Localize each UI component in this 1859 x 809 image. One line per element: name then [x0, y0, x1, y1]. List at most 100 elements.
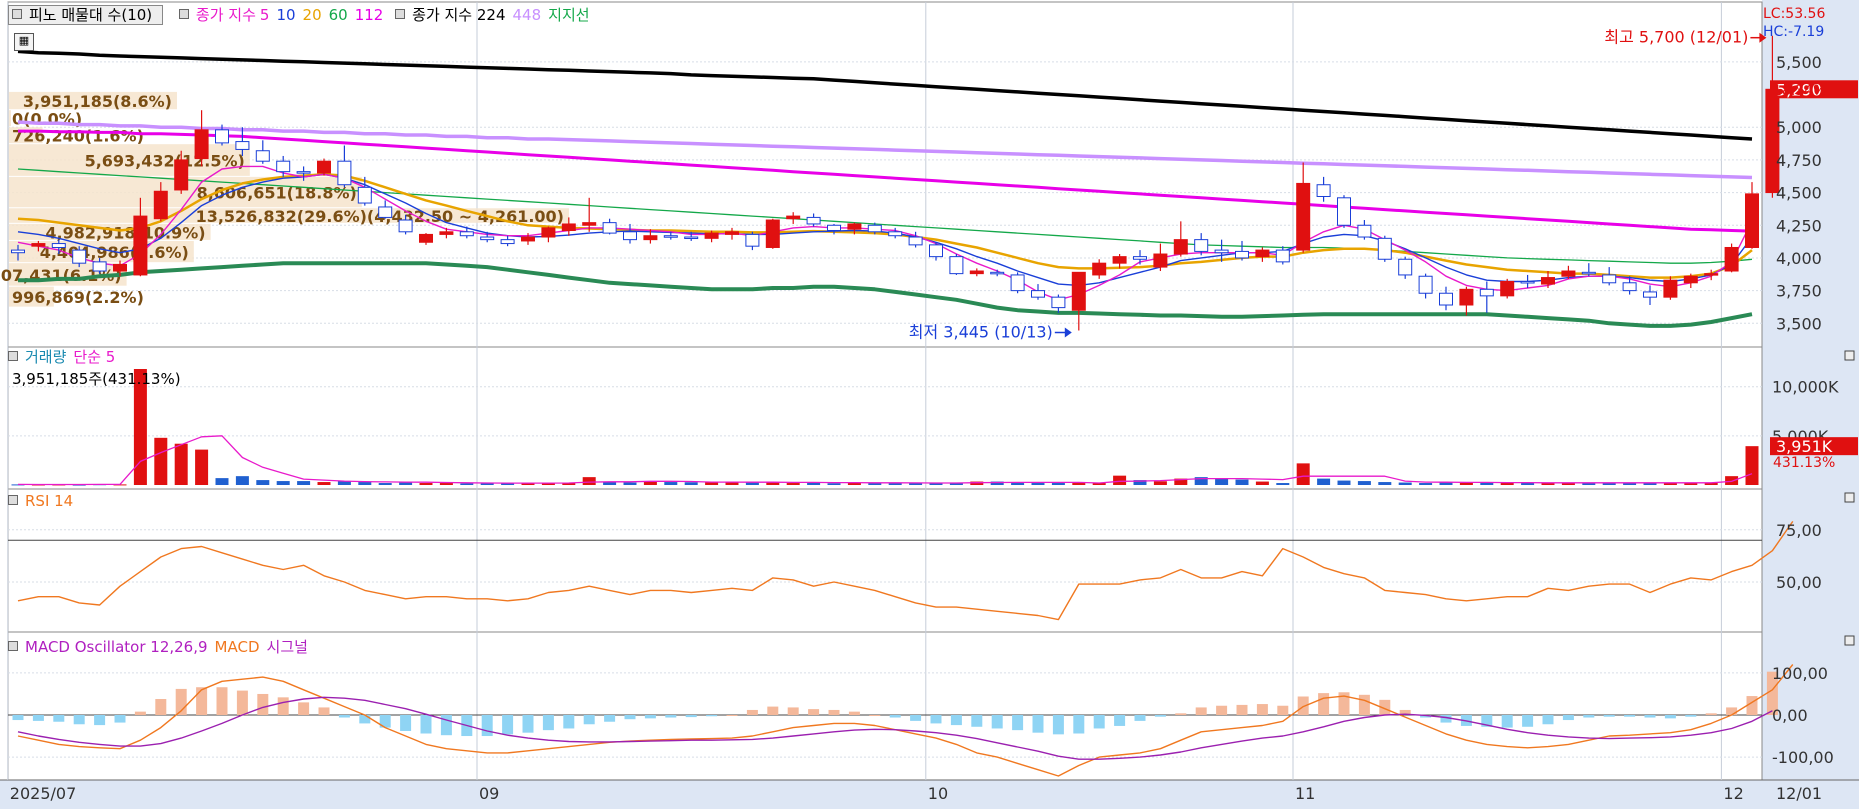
volume-title[interactable]: 거래량 [25, 348, 66, 366]
macd-label[interactable]: MACD [215, 638, 260, 656]
candle-body [317, 160, 331, 174]
macd-osc-bar [257, 693, 269, 715]
rsi-title[interactable]: RSI 14 [25, 492, 73, 510]
candle-body [500, 239, 515, 245]
macd-osc-bar [1195, 707, 1207, 715]
macd-osc-bar [318, 707, 330, 715]
pino-legend-button[interactable]: 피노 매물대 수(10) [8, 5, 164, 25]
ma448-label[interactable]: 448 [513, 6, 542, 24]
macd-osc-bar [889, 715, 901, 718]
macd-osc-bar [828, 709, 840, 715]
macd-osc-bar [1501, 715, 1513, 728]
macd-osc-bar [971, 715, 983, 727]
macd-osc-bar [1624, 715, 1636, 717]
candle-body [92, 261, 107, 272]
volume-bar [1337, 480, 1351, 485]
price-legend: 피노 매물대 수(10) 종가 지수 5 10 20 60 112 종가 지수 224 44… [8, 5, 597, 25]
candle-body [153, 190, 168, 220]
macd-osc-bar [1358, 694, 1370, 715]
price-tick-label: 5,000 [1776, 118, 1822, 137]
macd-osc-label[interactable]: MACD Oscillator 12,26,9 [25, 638, 208, 656]
macd-osc-bar [1032, 715, 1044, 733]
price-tick-label: 4,750 [1776, 151, 1822, 170]
macd-osc-bar [869, 715, 881, 716]
candle-body [541, 227, 556, 238]
candle-body [929, 244, 943, 258]
ma112-label[interactable]: 112 [355, 6, 384, 24]
volume-change-label: 431.13% [1773, 455, 1836, 471]
macd-osc-bar [94, 715, 106, 726]
volume-bar [358, 482, 372, 485]
candle-body [235, 141, 250, 150]
candle-body [1337, 197, 1351, 226]
macd-osc-bar [1052, 715, 1064, 735]
macd-osc-bar [1542, 715, 1554, 725]
ma-prefix-label[interactable]: 종가 지수 [196, 6, 256, 24]
candle-body [1296, 182, 1311, 251]
candle-body [1031, 290, 1045, 298]
candle-body [1214, 249, 1229, 254]
volume-profile-label: 3,951,185(8.6%) [23, 92, 172, 111]
candle-body [133, 215, 148, 276]
volume-bar [745, 482, 759, 485]
signal-label[interactable]: 시그널 [267, 638, 308, 656]
macd-osc-bar [1318, 693, 1330, 715]
candle-body [725, 231, 739, 235]
volume-bar [256, 480, 270, 485]
volume-ma-label[interactable]: 단순 5 [73, 348, 115, 366]
macd-osc-bar [787, 707, 799, 715]
candle-body [113, 263, 127, 272]
candle-body [1153, 253, 1168, 268]
ma60-label[interactable]: 60 [329, 6, 348, 24]
macd-osc-bar [522, 715, 534, 733]
volume-bar [1745, 446, 1759, 485]
volume-bar [1378, 482, 1392, 485]
volume-bar [623, 482, 637, 485]
macd-osc-bar [706, 715, 718, 717]
volume-bar [1276, 483, 1290, 485]
candle-body [215, 129, 229, 144]
price-tick-label: 3,500 [1776, 314, 1822, 333]
candle-body [337, 160, 352, 186]
ma20-label[interactable]: 20 [303, 6, 322, 24]
volume-bar [1072, 483, 1086, 485]
candle-body [1479, 288, 1494, 297]
volume-bar [1215, 478, 1229, 485]
candle-body [1398, 258, 1413, 276]
macd-osc-bar [1256, 704, 1268, 715]
support-line-label[interactable]: 지지선 [548, 6, 589, 24]
volume-bar [235, 476, 249, 485]
candle-body [643, 235, 658, 241]
candle-body [1704, 273, 1719, 276]
stock-chart[interactable]: 3,951,185(8.6%)0(0.0%)726,240(1.6%)5,693… [0, 0, 1859, 809]
volume-bar [399, 482, 413, 485]
legend-square-icon [178, 9, 189, 19]
macd-legend: MACD Oscillator 12,26,9 MACD 시그널 [8, 638, 315, 656]
ma10-label[interactable]: 10 [276, 6, 295, 24]
macd-osc-bar [767, 706, 779, 715]
macd-tick-label: 100,00 [1772, 664, 1828, 683]
ma5-label[interactable]: 5 [260, 6, 270, 24]
candle-body [969, 270, 984, 275]
macd-osc-bar [359, 715, 371, 724]
x-tick-label: 2025/07 [10, 784, 76, 803]
volume-bar [378, 483, 392, 485]
candle-body [72, 249, 87, 264]
macd-osc-bar [155, 699, 167, 715]
volume-profile-label: 4,982,918(10.9%) [45, 223, 205, 242]
legend-square-icon [8, 351, 18, 361]
candle-body [11, 249, 25, 254]
macd-osc-bar [1175, 713, 1187, 715]
candle-body [1316, 184, 1331, 197]
macd-osc-bar [1603, 715, 1615, 717]
macd-osc-bar [1644, 715, 1656, 718]
volume-bar [1051, 483, 1065, 485]
ma224-label[interactable]: 종가 지수 224 [412, 6, 505, 24]
lc-label: LC:53.56 [1763, 6, 1826, 22]
table-icon[interactable]: ▦ [14, 33, 34, 51]
volume-bar [174, 443, 188, 485]
macd-osc-bar [1134, 715, 1146, 721]
macd-osc-bar [910, 715, 922, 721]
volume-profile-bar [9, 110, 11, 127]
candle-body [1235, 250, 1249, 259]
